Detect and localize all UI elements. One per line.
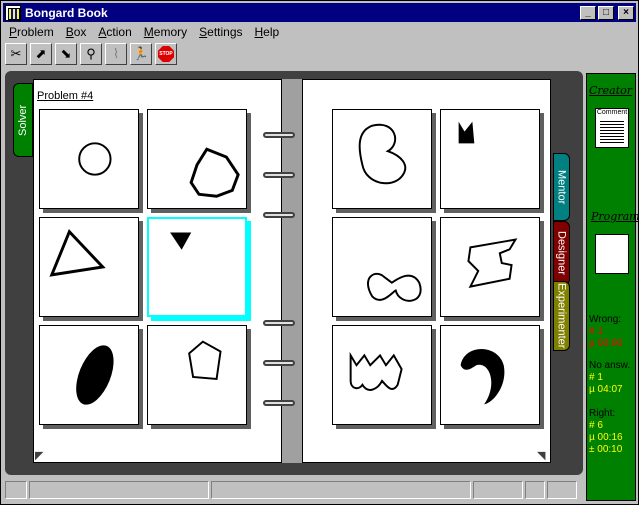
right-box-6[interactable]: [440, 325, 540, 425]
right-box-3[interactable]: [332, 217, 432, 317]
app-window: Bongard Book _ □ × Problem Box Action Me…: [0, 0, 639, 505]
stats-sidebar: Creator Comment Program Wrong: # 1 µ 00:…: [586, 73, 639, 501]
hook-shape: [460, 349, 505, 405]
binoculars-icon[interactable]: ⚲: [80, 43, 102, 65]
left-box-3[interactable]: [39, 217, 139, 317]
program-label: Program: [591, 210, 639, 223]
tab-solver[interactable]: Solver: [13, 83, 33, 157]
open-box-icon[interactable]: ⬈: [30, 43, 52, 65]
stop-icon[interactable]: STOP: [155, 43, 177, 65]
binder-ring: [263, 360, 295, 366]
wrong-label: Wrong:: [589, 314, 622, 325]
comment-button[interactable]: Comment: [595, 108, 629, 148]
noanswer-time: µ 04:07: [589, 384, 623, 395]
binder-ring: [263, 172, 295, 178]
status-pane: [211, 481, 471, 499]
minimize-button[interactable]: _: [580, 5, 596, 20]
toolbar: ✂ ⬈ ⬊ ⚲ ⌇ 🏃 STOP: [5, 43, 177, 69]
filled-ellipse-shape: [76, 345, 114, 405]
app-icon[interactable]: [5, 4, 21, 21]
tab-designer[interactable]: Designer: [553, 221, 570, 285]
binder-ring: [263, 212, 295, 218]
menu-problem[interactable]: Problem: [3, 25, 60, 39]
left-box-4-selected[interactable]: [147, 217, 247, 317]
triangle-shape: [49, 229, 106, 277]
status-bar: [5, 481, 583, 501]
status-pane: [525, 481, 545, 499]
octagon-shape: [189, 147, 240, 198]
page-back-corner-icon[interactable]: ◤: [35, 449, 47, 462]
left-box-5[interactable]: [39, 325, 139, 425]
maximize-button[interactable]: □: [598, 5, 614, 20]
save-box-icon[interactable]: ⬊: [55, 43, 77, 65]
scissors-icon[interactable]: ✂: [5, 43, 27, 65]
noanswer-count: # 1: [589, 372, 603, 383]
comment-lines-icon: [600, 119, 624, 143]
right-count: # 6: [589, 420, 603, 431]
tab-experimenter[interactable]: Experimenter: [553, 281, 570, 351]
close-button[interactable]: ×: [618, 5, 634, 20]
right-box-2[interactable]: [440, 109, 540, 209]
right-box-1[interactable]: [332, 109, 432, 209]
pentagon-shape: [188, 340, 222, 380]
menu-box[interactable]: Box: [60, 25, 93, 39]
circle-shape: [78, 142, 112, 176]
noanswer-stats: No answ. # 1 µ 04:07: [589, 360, 630, 396]
left-box-2[interactable]: [147, 109, 247, 209]
status-pane: [5, 481, 27, 499]
creator-label: Creator: [589, 84, 633, 97]
title-bar[interactable]: Bongard Book _ □ ×: [3, 3, 636, 22]
page-forward-corner-icon[interactable]: ◥: [537, 449, 549, 462]
menu-settings[interactable]: Settings: [193, 25, 248, 39]
runner-icon[interactable]: 🏃: [130, 43, 152, 65]
zigzag-shape: [467, 238, 518, 288]
peanut-shape: [367, 272, 422, 302]
right-box-4[interactable]: [440, 217, 540, 317]
binder-ring: [263, 132, 295, 138]
left-box-6[interactable]: [147, 325, 247, 425]
wrong-stats: Wrong: # 1 µ 00:00: [589, 314, 623, 350]
binder-ring: [263, 320, 295, 326]
right-stats: Right: # 6 µ 00:16 ± 00:10: [589, 408, 623, 456]
noanswer-label: No answ.: [589, 360, 631, 371]
status-pane: [547, 481, 577, 499]
wrong-count: # 1: [589, 326, 603, 337]
window-title: Bongard Book: [25, 5, 108, 20]
right-mean: µ 00:16: [589, 432, 623, 443]
problem-title[interactable]: Problem #4: [37, 90, 93, 102]
right-label: Right:: [589, 408, 616, 419]
menu-bar: Problem Box Action Memory Settings Help: [3, 23, 636, 41]
status-pane: [29, 481, 209, 499]
status-pane: [473, 481, 523, 499]
left-box-1[interactable]: [39, 109, 139, 209]
binder-ring: [263, 400, 295, 406]
menu-help[interactable]: Help: [249, 25, 286, 39]
crown-shape: [349, 351, 403, 391]
blob-c-shape: [358, 123, 407, 185]
right-deviation: ± 00:10: [589, 444, 623, 455]
menu-memory[interactable]: Memory: [138, 25, 193, 39]
wrong-time: µ 00:00: [589, 338, 623, 349]
program-box[interactable]: [595, 234, 629, 274]
m-shape: [458, 121, 475, 144]
small-triangle-shape: [170, 232, 192, 250]
chart-icon[interactable]: ⌇: [105, 43, 127, 65]
menu-action[interactable]: Action: [92, 25, 137, 39]
tab-mentor[interactable]: Mentor: [553, 153, 570, 221]
right-box-5[interactable]: [332, 325, 432, 425]
comment-label: Comment: [596, 109, 628, 116]
